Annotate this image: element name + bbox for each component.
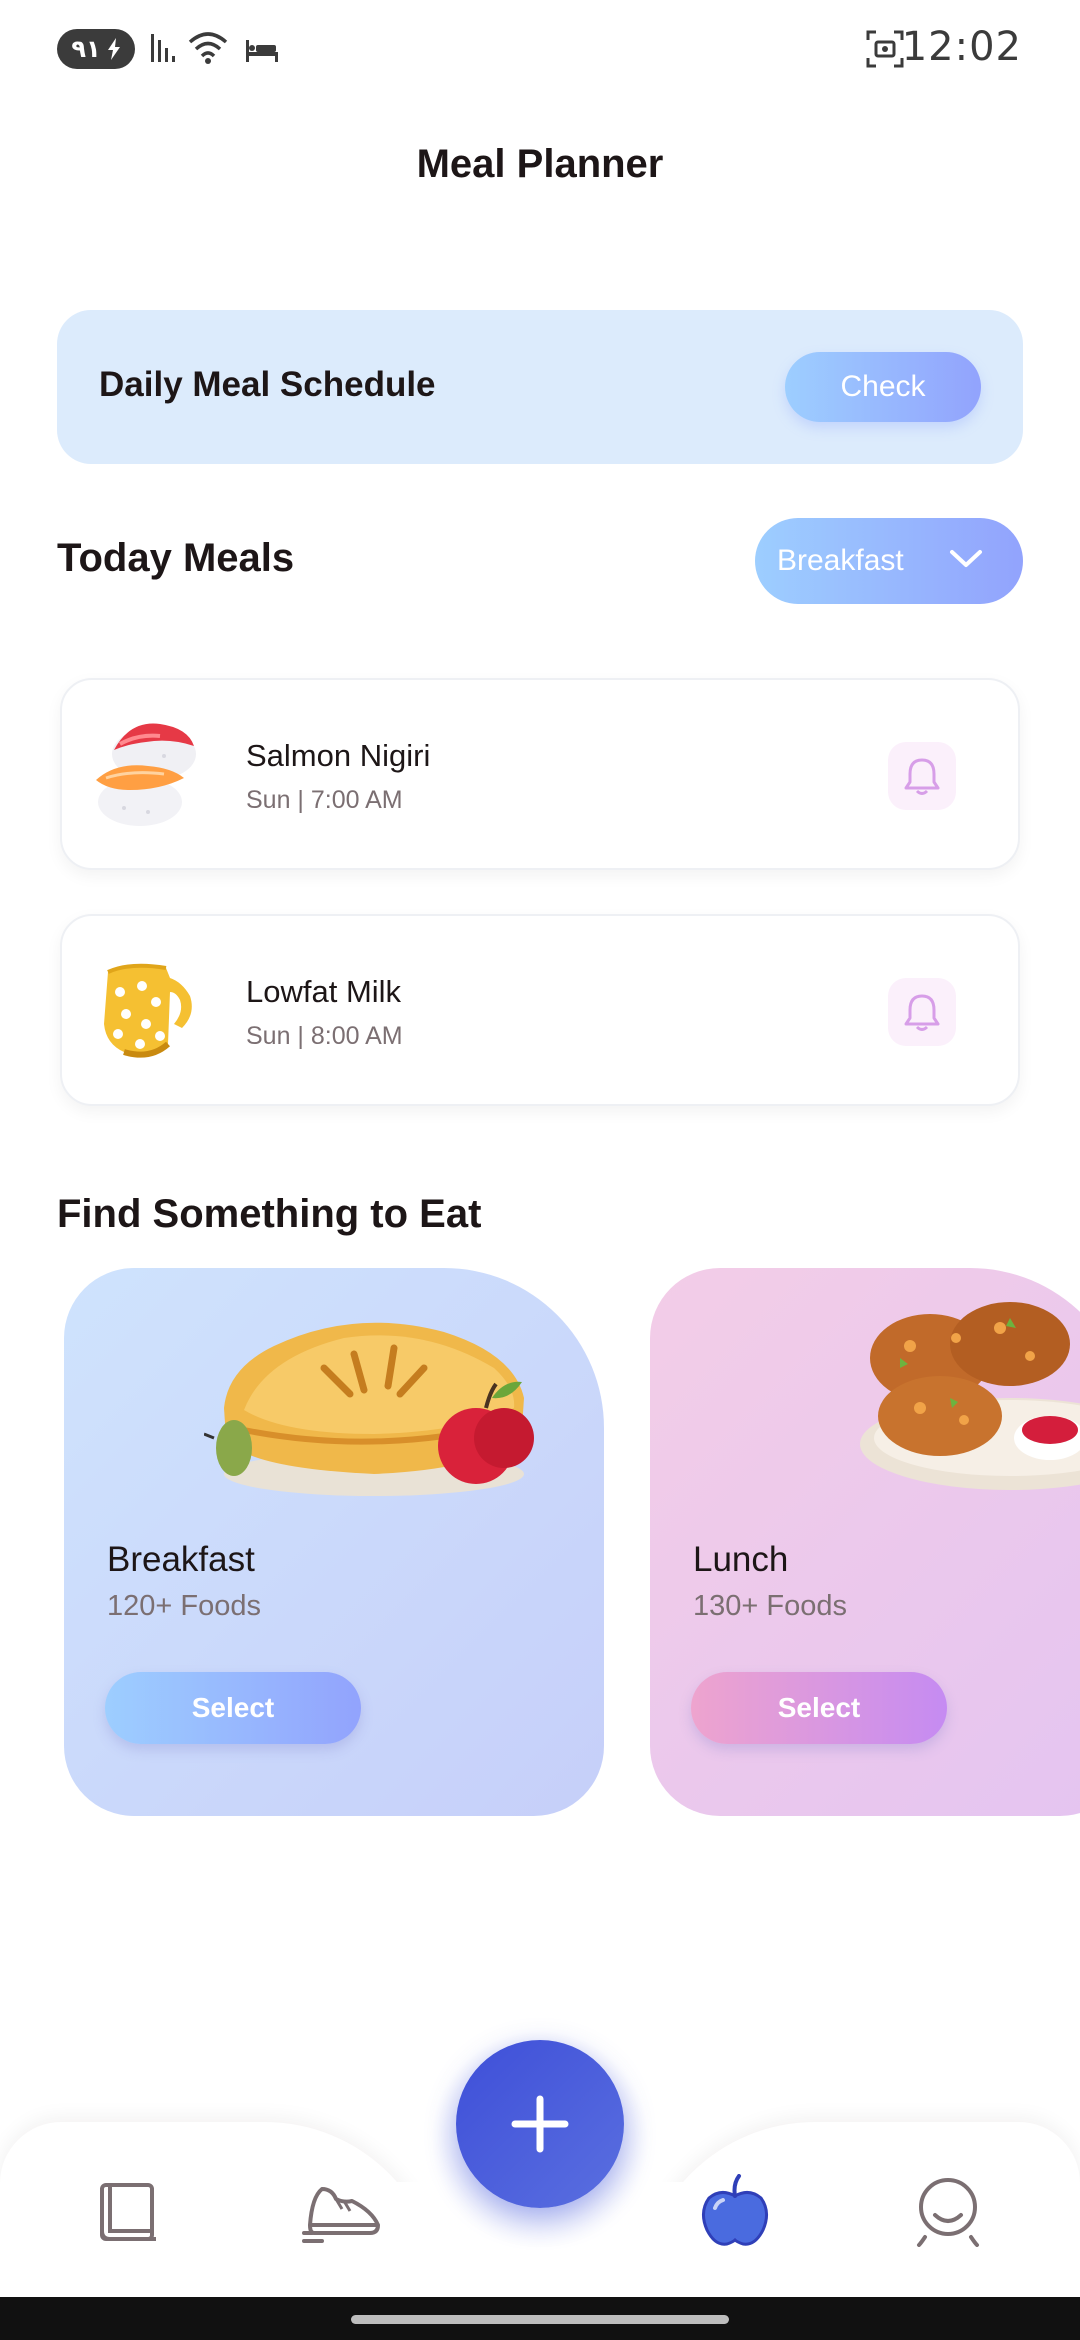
category-count: 120+ Foods [107,1590,261,1622]
bell-icon [904,994,940,1031]
meal-name: Salmon Nigiri [246,738,431,773]
category-title: Breakfast [107,1540,255,1579]
sushi-icon [96,723,196,826]
apple-icon [702,2174,768,2246]
shoe-icon [302,2187,380,2243]
chicken-plate-icon [860,1302,1080,1490]
today-meals-title: Today Meals [57,536,295,580]
bell-icon [904,758,940,795]
find-section-title: Find Something to Eat [57,1192,482,1236]
check-button[interactable]: Check [785,352,981,422]
notification-bell-button[interactable] [888,742,956,810]
battery-level: ٩١ [71,35,101,63]
screenshot-icon [866,30,904,68]
chevron-down-icon [950,550,982,567]
category-card-lunch[interactable]: Lunch 130+ Foods Select [650,1268,1080,1816]
status-bar: ٩١ 12:02 [0,0,1080,100]
meal-time: Sun | 7:00 AM [246,786,403,814]
signal-icon [151,34,175,62]
meal-item-salmon-nigiri[interactable]: Salmon Nigiri Sun | 7:00 AM [60,678,1020,870]
select-lunch-button[interactable]: Select [691,1672,947,1744]
pie-icon [204,1322,534,1496]
nav-item-book[interactable] [89,2172,169,2252]
add-button[interactable] [456,2040,624,2208]
sleep-icon [246,40,278,62]
gesture-handle[interactable] [351,2315,729,2324]
nav-item-activity[interactable] [302,2172,382,2252]
book-icon [100,2183,156,2241]
add-icon [511,2095,569,2153]
select-breakfast-button[interactable]: Select [105,1672,361,1744]
dropdown-value: Breakfast [777,544,904,577]
notification-bell-button[interactable] [888,978,956,1046]
meal-item-lowfat-milk[interactable]: Lowfat Milk Sun | 8:00 AM [60,914,1020,1106]
meal-time: Sun | 8:00 AM [246,1022,403,1050]
schedule-title: Daily Meal Schedule [99,365,436,404]
meal-type-dropdown[interactable]: Breakfast [755,518,1023,604]
profile-icon [917,2178,979,2247]
daily-schedule-card: Daily Meal Schedule Check [57,310,1023,464]
clock: 12:02 [901,24,1022,70]
meal-name: Lowfat Milk [246,974,402,1009]
page-title: Meal Planner [416,142,664,186]
milk-jug-icon [104,963,192,1058]
nav-item-meal-planner[interactable] [695,2172,775,2252]
nav-item-profile[interactable] [908,2172,988,2252]
wifi-icon [188,32,228,64]
battery-indicator: ٩١ [57,29,135,69]
category-title: Lunch [693,1540,789,1579]
category-card-breakfast[interactable]: Breakfast 120+ Foods Select [64,1268,604,1816]
charging-icon [107,38,120,60]
category-count: 130+ Foods [693,1590,847,1622]
